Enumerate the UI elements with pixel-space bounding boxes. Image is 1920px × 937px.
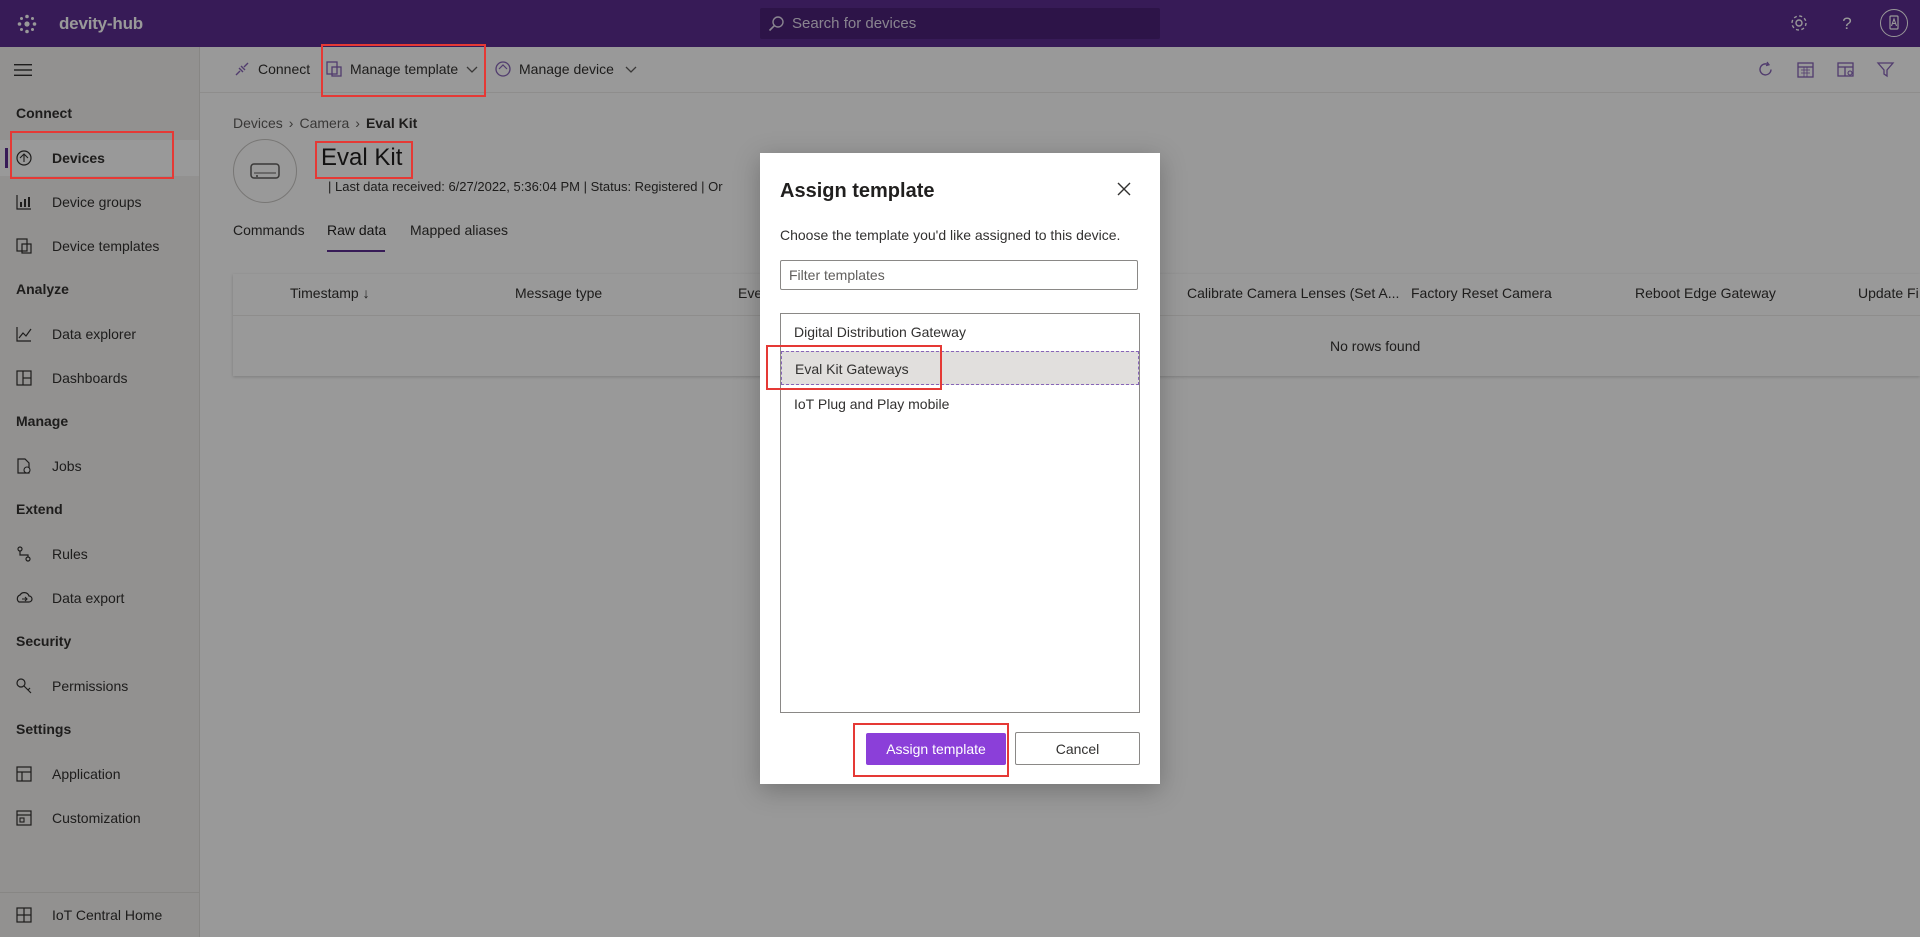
- template-option-label: IoT Plug and Play mobile: [794, 396, 950, 412]
- assign-template-button[interactable]: Assign template: [866, 733, 1006, 765]
- template-option[interactable]: Digital Distribution Gateway: [781, 315, 1139, 349]
- template-list: Digital Distribution Gateway Eval Kit Ga…: [780, 313, 1140, 713]
- dialog-description: Choose the template you'd like assigned …: [780, 227, 1121, 243]
- template-option-label: Eval Kit Gateways: [795, 361, 909, 377]
- template-option-label: Digital Distribution Gateway: [794, 324, 966, 340]
- template-option[interactable]: IoT Plug and Play mobile: [781, 387, 1139, 421]
- close-icon[interactable]: [1115, 180, 1133, 198]
- assign-template-dialog: Assign template Choose the template you'…: [760, 153, 1160, 784]
- template-option-selected[interactable]: Eval Kit Gateways: [781, 351, 1139, 385]
- dialog-title: Assign template: [780, 180, 935, 202]
- cancel-button[interactable]: Cancel: [1015, 732, 1140, 765]
- filter-templates-input[interactable]: [780, 260, 1138, 290]
